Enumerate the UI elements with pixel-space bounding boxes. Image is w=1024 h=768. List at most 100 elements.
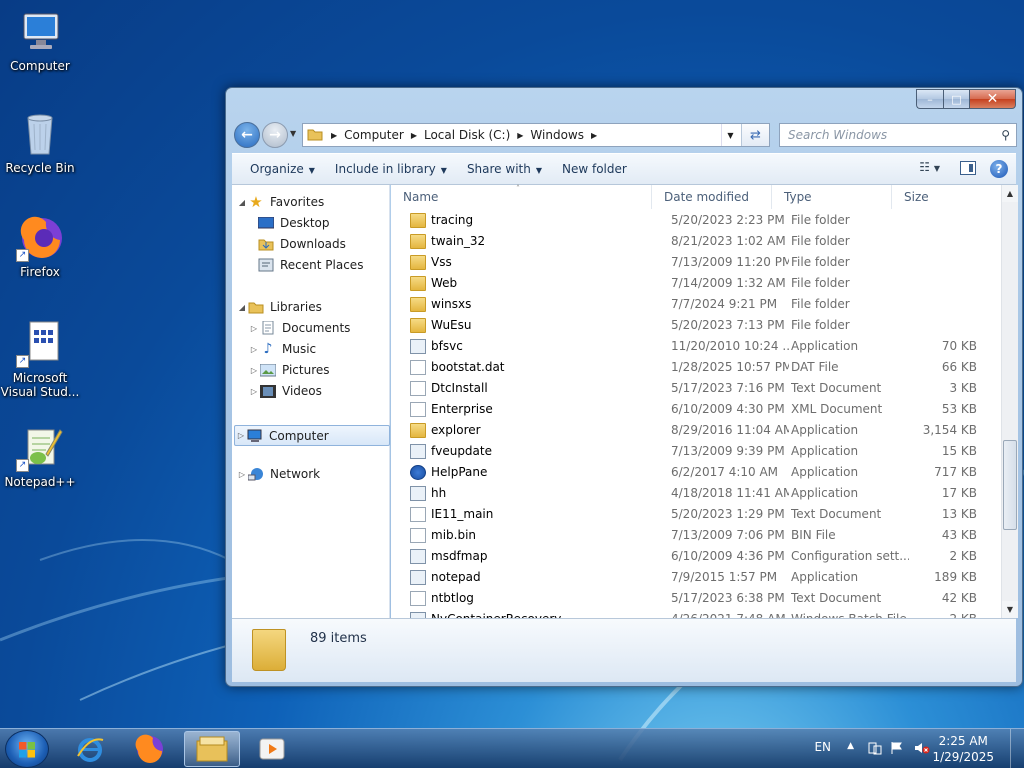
- file-row[interactable]: hh 4/18/2018 11:41 AM Application 17 KB: [391, 483, 1001, 504]
- refresh-button[interactable]: ⇄: [741, 124, 769, 146]
- scroll-thumb[interactable]: [1003, 440, 1017, 530]
- nav-desktop[interactable]: Desktop: [258, 216, 330, 230]
- address-bar[interactable]: ▶ Computer ▶ Local Disk (C:) ▶ Windows ▶…: [302, 123, 770, 147]
- nav-network[interactable]: ▷ Network: [236, 467, 320, 481]
- language-indicator[interactable]: EN: [814, 740, 831, 754]
- desktop-icon-computer[interactable]: Computer: [0, 8, 80, 73]
- nav-pictures[interactable]: ▷ Pictures: [248, 363, 330, 377]
- file-row[interactable]: WuEsu 5/20/2023 7:13 PM File folder: [391, 315, 1001, 336]
- file-row[interactable]: Web 7/14/2009 1:32 AM File folder: [391, 273, 1001, 294]
- taskbar-media-player[interactable]: [244, 731, 300, 767]
- preview-pane-button[interactable]: [960, 161, 976, 175]
- nav-videos[interactable]: ▷ Videos: [248, 384, 322, 398]
- file-row[interactable]: DtcInstall 5/17/2023 7:16 PM Text Document…: [391, 378, 1001, 399]
- share-with-button[interactable]: Share with ▼: [457, 162, 552, 176]
- file-date-modified: 6/2/2017 4:10 AM: [671, 465, 779, 479]
- file-row[interactable]: bfsvc 11/20/2010 10:24 ... Application 70 K…: [391, 336, 1001, 357]
- expand-arrow-icon[interactable]: ▷: [248, 366, 260, 375]
- volume-muted-icon[interactable]: [914, 741, 930, 755]
- file-row[interactable]: twain_32 8/21/2023 1:02 AM File folder: [391, 231, 1001, 252]
- nav-music[interactable]: ▷ ♪ Music: [248, 341, 316, 357]
- nav-label: Favorites: [270, 195, 325, 209]
- file-row[interactable]: Vss 7/13/2009 11:20 PM File folder: [391, 252, 1001, 273]
- desktop-icon-visual-studio[interactable]: ↗ Microsoft Visual Stud...: [0, 320, 80, 399]
- breadcrumb-windows[interactable]: Windows: [527, 128, 587, 142]
- nav-label: Network: [270, 467, 321, 481]
- network-status-icon[interactable]: [890, 741, 904, 755]
- nav-favorites[interactable]: ◢ ★ Favorites: [236, 193, 325, 211]
- file-name: notepad: [431, 570, 481, 584]
- desktop-icon-notepadpp[interactable]: ↗ Notepad++: [0, 424, 80, 489]
- file-row[interactable]: ntbtlog 5/17/2023 6:38 PM Text Document 42 …: [391, 588, 1001, 609]
- breadcrumb-local-disk[interactable]: Local Disk (C:): [421, 128, 513, 142]
- maximize-button[interactable]: □: [943, 89, 969, 109]
- minimize-button[interactable]: –: [916, 89, 943, 109]
- desktop-icon-recycle-bin[interactable]: Recycle Bin: [0, 110, 80, 175]
- expand-arrow-icon[interactable]: ▷: [248, 345, 260, 354]
- file-row[interactable]: explorer 8/29/2016 11:04 AM Application 3,1…: [391, 420, 1001, 441]
- change-view-button[interactable]: ☷ ▼: [919, 160, 940, 174]
- breadcrumb-computer[interactable]: Computer: [341, 128, 407, 142]
- column-header-size[interactable]: Size: [892, 185, 978, 209]
- column-header-date[interactable]: Date modified: [652, 185, 772, 209]
- expand-arrow-icon[interactable]: ◢: [236, 303, 248, 312]
- recent-pages-button[interactable]: ▼: [290, 129, 296, 138]
- back-button[interactable]: ←: [234, 122, 260, 148]
- nav-recent-places[interactable]: Recent Places: [258, 258, 363, 272]
- vertical-scrollbar[interactable]: ▲ ▼: [1001, 185, 1018, 618]
- file-name: DtcInstall: [431, 381, 488, 395]
- close-button[interactable]: ✕: [969, 89, 1016, 109]
- scroll-up-button[interactable]: ▲: [1002, 185, 1018, 202]
- file-row[interactable]: msdfmap 6/10/2009 4:36 PM Configuration se…: [391, 546, 1001, 567]
- address-history-dropdown[interactable]: ▼: [721, 124, 739, 146]
- clock[interactable]: 2:25 AM 1/29/2025: [932, 733, 994, 765]
- expand-arrow-icon[interactable]: ▷: [235, 431, 247, 440]
- taskbar-internet-explorer[interactable]: [62, 731, 118, 767]
- nav-libraries[interactable]: ◢ Libraries: [236, 300, 322, 314]
- breadcrumb-chevron-icon[interactable]: ▶: [407, 131, 421, 140]
- file-row[interactable]: fveupdate 7/13/2009 9:39 PM Application 15 …: [391, 441, 1001, 462]
- column-header-type[interactable]: Type: [772, 185, 892, 209]
- file-type: File folder: [791, 213, 850, 227]
- start-button[interactable]: [5, 730, 49, 768]
- help-button[interactable]: ?: [990, 160, 1008, 178]
- scroll-down-button[interactable]: ▼: [1002, 601, 1018, 618]
- breadcrumb-chevron-icon[interactable]: ▶: [327, 131, 341, 140]
- file-row[interactable]: tracing 5/20/2023 2:23 PM File folder: [391, 210, 1001, 231]
- breadcrumb-chevron-icon[interactable]: ▶: [513, 131, 527, 140]
- search-icon[interactable]: ⚲: [1001, 128, 1010, 142]
- file-date-modified: 5/17/2023 7:16 PM: [671, 381, 785, 395]
- nav-computer[interactable]: ▷ Computer: [234, 425, 390, 446]
- folder-icon: [410, 318, 426, 333]
- desktop-icon-firefox[interactable]: ↗ Firefox: [0, 214, 80, 279]
- action-center-icon[interactable]: [868, 741, 882, 755]
- nav-downloads[interactable]: Downloads: [258, 237, 346, 251]
- search-input[interactable]: Search Windows ⚲: [779, 123, 1017, 147]
- show-desktop-button[interactable]: [1010, 729, 1024, 768]
- file-row[interactable]: IE11_main 5/20/2023 1:29 PM Text Document 1…: [391, 504, 1001, 525]
- taskbar-windows-explorer[interactable]: [184, 731, 240, 767]
- file-row[interactable]: notepad 7/9/2015 1:57 PM Application 189 KB: [391, 567, 1001, 588]
- breadcrumb-chevron-icon[interactable]: ▶: [587, 131, 601, 140]
- nav-documents[interactable]: ▷ Documents: [248, 321, 350, 335]
- expand-arrow-icon[interactable]: ▷: [248, 324, 260, 333]
- expand-arrow-icon[interactable]: ▷: [248, 387, 260, 396]
- organize-button[interactable]: Organize ▼: [240, 162, 325, 176]
- file-date-modified: 11/20/2010 10:24 ...: [671, 339, 789, 353]
- show-hidden-icons-button[interactable]: ▲: [847, 741, 854, 751]
- include-in-library-button[interactable]: Include in library ▼: [325, 162, 457, 176]
- file-row[interactable]: winsxs 7/7/2024 9:21 PM File folder: [391, 294, 1001, 315]
- refresh-icon: ⇄: [750, 127, 761, 143]
- file-row[interactable]: Enterprise 6/10/2009 4:30 PM XML Document 5…: [391, 399, 1001, 420]
- file-row[interactable]: mib.bin 7/13/2009 7:06 PM BIN File 43 KB: [391, 525, 1001, 546]
- taskbar-firefox[interactable]: [122, 731, 178, 767]
- expand-arrow-icon[interactable]: ▷: [236, 470, 248, 479]
- new-folder-button[interactable]: New folder: [552, 162, 637, 176]
- file-row[interactable]: bootstat.dat 1/28/2025 10:57 PM DAT File 66…: [391, 357, 1001, 378]
- file-row[interactable]: HelpPane 6/2/2017 4:10 AM Application 717 K…: [391, 462, 1001, 483]
- forward-button[interactable]: →: [262, 122, 288, 148]
- column-header-name[interactable]: Name ˄: [391, 184, 652, 209]
- folder-icon: [410, 213, 426, 228]
- expand-arrow-icon[interactable]: ◢: [236, 198, 248, 207]
- taskbar: EN ▲ 2:25 AM 1/29/2025: [0, 728, 1024, 768]
